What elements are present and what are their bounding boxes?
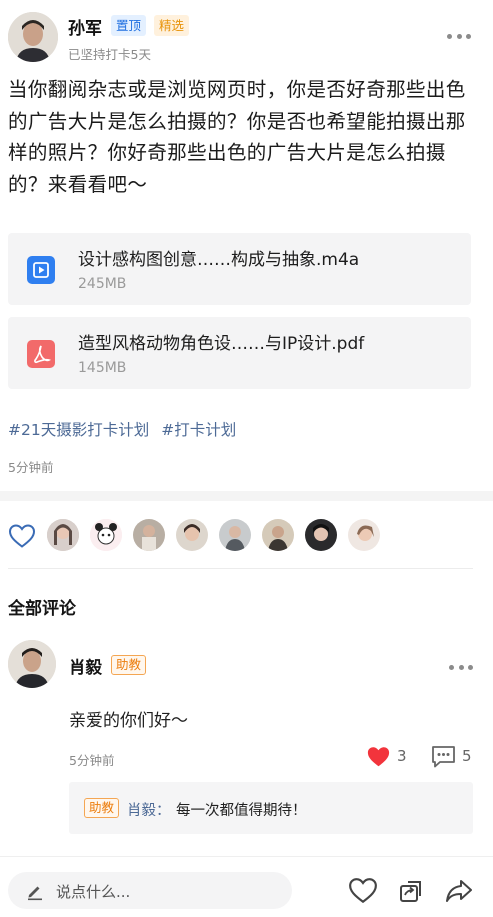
- reply-author[interactable]: 肖毅：: [127, 799, 171, 820]
- post-tags: #21天摄影打卡计划 #打卡计划: [8, 418, 248, 440]
- pdf-icon: [27, 340, 55, 368]
- post-body-text: 当你翻阅杂志或是浏览网页时，你是否好奇那些出色的广告大片是怎么拍摄的？你是否也希…: [8, 78, 466, 196]
- media-play-icon: [27, 256, 55, 284]
- reply-preview[interactable]: 助教 肖毅： 每一次都值得期待！: [69, 782, 473, 834]
- like-count: 3: [397, 747, 407, 765]
- like-icon[interactable]: [348, 876, 378, 906]
- attachment-pdf[interactable]: 造型风格动物角色设……与IP设计.pdf 145MB: [8, 317, 471, 389]
- reply-count: 5: [462, 747, 472, 765]
- post-timestamp: 5分钟前: [8, 460, 54, 475]
- divider-line: [8, 568, 473, 569]
- post-header: 孙军 置顶 精选 已坚持打卡5天: [0, 0, 493, 70]
- author-name[interactable]: 孙军: [68, 14, 102, 39]
- comment-input-placeholder: 说点什么...: [56, 883, 131, 901]
- forward-icon[interactable]: [444, 876, 474, 906]
- attachment-size: 245MB: [78, 276, 127, 292]
- reply-assistant-badge: 助教: [84, 798, 120, 818]
- comment-input[interactable]: 说点什么...: [8, 872, 292, 909]
- reply-bubble-icon[interactable]: [430, 745, 457, 773]
- likes-row: [0, 515, 493, 559]
- commenter-avatar[interactable]: [8, 640, 56, 688]
- post-more-button[interactable]: [447, 31, 471, 41]
- liker-avatar[interactable]: [305, 519, 337, 551]
- attachment-audio[interactable]: 设计感构图创意……构成与抽象.m4a 245MB: [8, 233, 471, 305]
- share-card-icon[interactable]: [396, 876, 426, 906]
- pinned-badge: 置顶: [111, 15, 147, 36]
- comment-timestamp: 5分钟前: [69, 753, 115, 768]
- liker-avatar[interactable]: [176, 519, 208, 551]
- heart-filled-icon[interactable]: [366, 745, 391, 772]
- liker-avatar[interactable]: [47, 519, 79, 551]
- tag-link[interactable]: #打卡计划: [161, 421, 236, 439]
- streak-text: 已坚持打卡5天: [68, 47, 151, 62]
- liker-avatar[interactable]: [90, 519, 122, 551]
- bottom-bar-divider: [0, 856, 493, 857]
- section-divider: [0, 491, 493, 501]
- comment-text: 亲爱的你们好～: [69, 711, 188, 731]
- comment-more-button[interactable]: [449, 662, 473, 672]
- pencil-icon: [25, 881, 45, 905]
- attachment-name: 造型风格动物角色设……与IP设计.pdf: [78, 334, 365, 354]
- featured-badge: 精选: [154, 15, 190, 36]
- attachment-size: 145MB: [78, 360, 127, 376]
- liker-avatar[interactable]: [133, 519, 165, 551]
- liker-avatar[interactable]: [348, 519, 380, 551]
- attachment-name: 设计感构图创意……构成与抽象.m4a: [78, 250, 360, 270]
- tag-link[interactable]: #21天摄影打卡计划: [8, 421, 149, 439]
- liker-avatar[interactable]: [262, 519, 294, 551]
- author-avatar[interactable]: [8, 12, 58, 62]
- commenter-name[interactable]: 肖毅: [69, 654, 102, 678]
- reply-text: 每一次都值得期待！: [176, 803, 307, 819]
- assistant-badge: 助教: [111, 655, 147, 675]
- comments-title: 全部评论: [8, 599, 76, 619]
- liker-avatar[interactable]: [219, 519, 251, 551]
- heart-outline-icon[interactable]: [8, 523, 36, 553]
